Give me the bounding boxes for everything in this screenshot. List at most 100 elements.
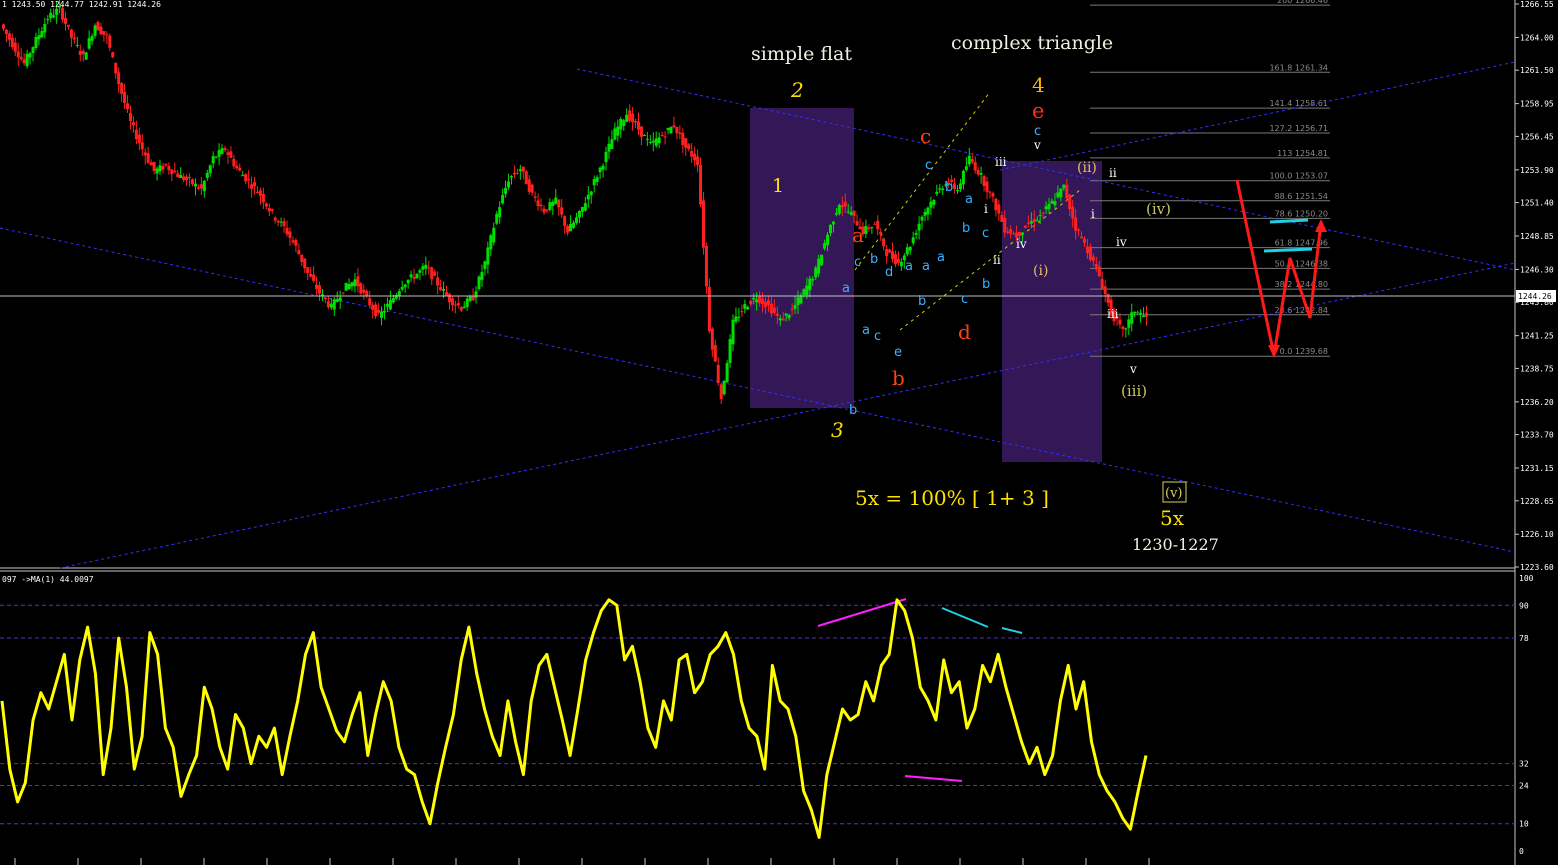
candle-body [808, 278, 812, 291]
blue-label-a2: a [862, 323, 870, 338]
wave-label-1: 1 [772, 175, 784, 197]
candle-body [713, 345, 717, 362]
candle-body [235, 165, 239, 169]
candle-body [982, 176, 986, 187]
candle-body [967, 155, 971, 165]
wave-box-triangle [1002, 161, 1102, 462]
blue-label-c2: c [874, 329, 881, 344]
candle-body [13, 42, 17, 52]
candle-body [908, 246, 912, 251]
candle-body [758, 295, 762, 304]
candle-body [1000, 215, 1004, 222]
candle-body [459, 307, 463, 311]
candle-body [282, 221, 286, 227]
wave-label-3: 3 [831, 418, 844, 442]
candle-body [188, 176, 192, 179]
candle-body [261, 193, 265, 203]
candle-body [953, 183, 957, 190]
candle-body [976, 169, 980, 175]
candle-body [805, 285, 809, 296]
candle-body [755, 299, 759, 303]
candle-body [1121, 326, 1125, 329]
candle-body [840, 205, 844, 208]
candle-body [964, 166, 968, 171]
candle-body [128, 112, 132, 122]
blue-label-c1: c [854, 255, 861, 270]
sub-label-ii: (ii) [1077, 160, 1097, 176]
candle-body [326, 301, 330, 308]
small-ii: ii [993, 253, 1001, 267]
candle-body [250, 184, 254, 189]
candle-body [784, 313, 788, 316]
candle-body [486, 247, 490, 265]
candle-body [920, 216, 924, 221]
candle-body [164, 164, 168, 166]
candle-body [1080, 236, 1084, 239]
candle-body [120, 83, 124, 94]
candle-body [778, 318, 782, 321]
red-label-a: a [852, 223, 864, 247]
candle-body [530, 184, 534, 193]
fib-level-label: 0.0 1239.68 [1280, 347, 1328, 356]
candle-body [1053, 201, 1057, 206]
price-tick-label: 1223.60 [1520, 563, 1554, 572]
candle-body [852, 210, 856, 216]
target-box-v: (v) [1165, 486, 1183, 501]
candle-body [447, 293, 451, 303]
price-tick-label: 1258.95 [1520, 100, 1554, 109]
blue-label-b3: b [945, 180, 953, 195]
candle-body [1056, 192, 1060, 198]
label-complex-triangle: complex triangle [951, 32, 1113, 54]
blue-label-e1: e [894, 345, 902, 360]
candle-body [167, 166, 171, 171]
candle-body [196, 187, 200, 189]
candle-body [114, 62, 118, 74]
candle-body [657, 137, 661, 144]
candle-body [1059, 188, 1063, 198]
oscillator-tick-label: 90 [1519, 601, 1529, 610]
wave-box-flat [750, 108, 854, 408]
candle-body [507, 181, 511, 188]
candle-body [255, 191, 259, 193]
candle-body [382, 311, 386, 313]
candle-body [31, 47, 35, 54]
candle-body [489, 235, 493, 250]
candle-body [424, 264, 428, 269]
price-tick-label: 1236.20 [1520, 398, 1554, 407]
candle-body [929, 201, 933, 208]
candle-body [294, 240, 298, 246]
candle-body [406, 279, 410, 284]
candle-body [527, 179, 531, 192]
price-tick-label: 1246.30 [1520, 265, 1554, 274]
candle-body [4, 29, 8, 35]
candle-body [678, 132, 682, 134]
candle-body [288, 231, 292, 238]
candle-body [1091, 256, 1095, 261]
candle-body [34, 37, 38, 49]
candle-body [501, 194, 505, 204]
candle-body [66, 24, 70, 27]
candle-body [731, 319, 735, 345]
candle-body [359, 283, 363, 294]
candle-body [997, 204, 1001, 214]
candle-body [843, 201, 847, 207]
candle-body [985, 181, 989, 192]
candle-body [285, 227, 289, 235]
candle-body [893, 254, 897, 265]
candle-body [796, 297, 800, 306]
candle-body [545, 209, 549, 211]
sub-label-iv: (iv) [1146, 200, 1171, 218]
candle-body [270, 209, 274, 211]
candle-body [560, 207, 564, 215]
candle-body [19, 56, 23, 60]
candle-body [616, 126, 620, 136]
price-tick-label: 1266.55 [1520, 0, 1554, 9]
candle-body [397, 291, 401, 296]
candle-body [158, 165, 162, 172]
candle-body [891, 251, 895, 259]
candle-body [1003, 217, 1007, 233]
candle-body [970, 158, 974, 163]
candle-body [811, 278, 815, 281]
candle-body [1074, 217, 1078, 231]
fib-level-label: 200 1266.46 [1277, 0, 1328, 5]
